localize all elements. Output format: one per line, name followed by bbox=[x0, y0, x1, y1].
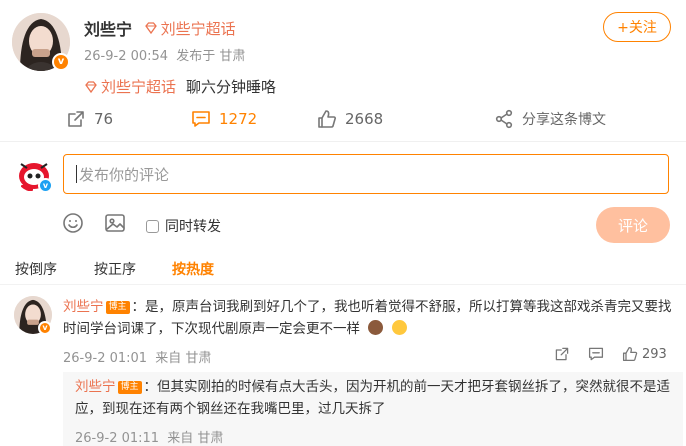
author-badge: 博主 bbox=[105, 301, 130, 314]
repost-icon bbox=[68, 111, 84, 127]
content-topic-link[interactable]: 刘些宁超话 bbox=[84, 76, 176, 97]
diamond-icon bbox=[85, 80, 97, 93]
comment-count: 1272 bbox=[219, 110, 258, 128]
post-source: 发布于 甘肃 bbox=[176, 49, 246, 64]
sort-option-desc[interactable]: 按倒序 bbox=[15, 259, 57, 279]
share-button[interactable]: 分享这条博文 bbox=[494, 109, 606, 129]
repost-toggle[interactable]: 同时转发 bbox=[146, 216, 221, 236]
action-divider bbox=[0, 141, 686, 142]
repost-count: 76 bbox=[94, 110, 114, 128]
post-author-row: 刘些宁 刘些宁超话 bbox=[84, 16, 236, 40]
emoji-face-icon bbox=[368, 320, 384, 335]
like-icon bbox=[318, 110, 336, 128]
reply-author-badge: 博主 bbox=[117, 381, 142, 394]
emoji-icon[interactable] bbox=[62, 212, 84, 238]
repost-checkbox[interactable] bbox=[146, 219, 159, 233]
author-topic-link[interactable]: 刘些宁超话 bbox=[144, 18, 236, 39]
verified-icon: v bbox=[38, 178, 53, 193]
reply-meta: 26-9-2 01:11 来自 甘肃 bbox=[75, 427, 223, 446]
reply-author[interactable]: 刘些宁 bbox=[75, 379, 116, 395]
comment-meta: 26-9-2 01:01 来自 甘肃 bbox=[63, 347, 211, 366]
submit-comment-button[interactable]: 评论 bbox=[596, 207, 670, 243]
author-topic-label: 刘些宁超话 bbox=[160, 19, 236, 38]
comment-reply-button[interactable] bbox=[588, 346, 604, 362]
comment-actions: 293 bbox=[554, 346, 667, 362]
like-icon bbox=[622, 346, 638, 362]
comment-repost-button[interactable] bbox=[554, 346, 570, 362]
comment-like-count: 293 bbox=[642, 346, 667, 362]
post-time[interactable]: 26-9-2 00:54 bbox=[84, 49, 168, 64]
reply-location: 来自 甘肃 bbox=[167, 431, 224, 446]
comment-input[interactable]: 发布你的评论 bbox=[63, 154, 669, 194]
emoji-surprised-icon bbox=[391, 320, 407, 335]
text-caret bbox=[76, 165, 77, 183]
diamond-icon bbox=[144, 22, 157, 35]
post-meta: 26-9-2 00:54 发布于 甘肃 bbox=[84, 45, 245, 64]
comment-icon bbox=[588, 347, 604, 361]
comment-icon bbox=[192, 111, 210, 127]
content-text: 聊六分钟睡咯 bbox=[186, 78, 277, 96]
comment-time: 26-9-2 01:01 bbox=[63, 351, 148, 366]
like-button[interactable]: 2668 bbox=[317, 109, 383, 129]
comment-location: 来自 甘肃 bbox=[155, 351, 212, 366]
content-topic-label: 刘些宁超话 bbox=[101, 78, 177, 96]
comment-input-placeholder: 发布你的评论 bbox=[79, 165, 170, 184]
sort-divider bbox=[0, 284, 686, 285]
repost-button[interactable]: 76 bbox=[66, 109, 113, 129]
comment-body: 刘些宁 博主 ：是，原声台词我刷到好几个了，我也听着觉得不舒服，所以打算等我这部戏杀… bbox=[63, 296, 673, 340]
reply-text: ：但其实刚拍的时候有点大舌头，因为开机的前一天才把牙套钢丝拆了，突然就很不是适应… bbox=[75, 379, 671, 417]
share-icon bbox=[495, 109, 513, 129]
repost-toggle-label: 同时转发 bbox=[165, 219, 221, 235]
repost-icon bbox=[555, 347, 569, 361]
post-action-bar: 76 1272 2668 分享这条博文 bbox=[0, 106, 686, 136]
sort-option-asc[interactable]: 按正序 bbox=[94, 259, 136, 279]
sort-option-hot[interactable]: 按热度 bbox=[172, 259, 214, 279]
share-label: 分享这条博文 bbox=[522, 112, 606, 128]
verified-icon: v bbox=[52, 53, 70, 71]
follow-button[interactable]: +关注 bbox=[603, 12, 671, 42]
comment-button[interactable]: 1272 bbox=[191, 109, 257, 129]
image-icon[interactable] bbox=[104, 212, 126, 238]
comment-text: ：是，原声台词我刷到好几个了，我也听着觉得不舒服，所以打算等我这部戏杀青完又要找… bbox=[63, 299, 672, 337]
comment-like-button[interactable]: 293 bbox=[622, 346, 667, 362]
post-content: 刘些宁超话 聊六分钟睡咯 bbox=[84, 76, 276, 97]
author-name[interactable]: 刘些宁 bbox=[84, 20, 132, 39]
reply-body: 刘些宁 博主 ：但其实刚拍的时候有点大舌头，因为开机的前一天才把牙套钢丝拆了，突然就… bbox=[75, 376, 675, 420]
comment-author[interactable]: 刘些宁 bbox=[63, 299, 104, 315]
like-count: 2668 bbox=[345, 110, 384, 128]
verified-icon: v bbox=[38, 321, 52, 335]
reply-time: 26-9-2 01:11 bbox=[75, 431, 160, 446]
